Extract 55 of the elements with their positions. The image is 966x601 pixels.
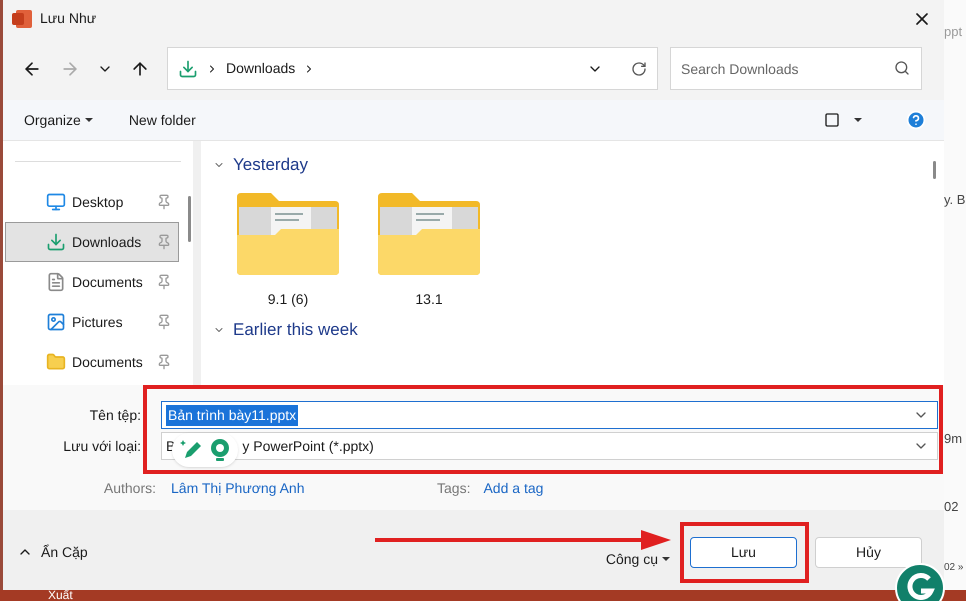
- monitor-icon: [46, 192, 66, 212]
- window-title: Lưu Như: [40, 9, 96, 28]
- group-heading[interactable]: Yesterday: [233, 152, 308, 178]
- filename-field[interactable]: Bản trình bày11.pptx: [161, 401, 938, 429]
- background-text: ppt: [944, 23, 964, 41]
- pin-icon[interactable]: [156, 314, 172, 330]
- organize-button[interactable]: Organize: [24, 110, 93, 130]
- field-label: Tags:: [437, 478, 470, 498]
- caret-icon[interactable]: [854, 118, 862, 122]
- sidebar-item[interactable]: Desktop: [5, 182, 179, 222]
- folder-icon: [46, 352, 66, 372]
- folder-icon: [376, 191, 482, 275]
- group-heading[interactable]: Earlier this week: [233, 317, 358, 343]
- app-icon: [12, 10, 32, 28]
- background-text: y. B: [944, 190, 966, 209]
- lightbulb-icon[interactable]: [209, 438, 231, 462]
- new-folder-button[interactable]: New folder: [128, 110, 196, 130]
- pin-icon[interactable]: [156, 354, 172, 370]
- field-label: Authors:: [102, 478, 157, 498]
- folder-icon: [235, 191, 341, 275]
- document-icon: [46, 272, 66, 292]
- field-label: Lưu với loại:: [62, 436, 142, 456]
- sidebar-item[interactable]: Documents: [5, 342, 179, 382]
- background-text: 02: [944, 498, 960, 516]
- save-button[interactable]: Lưu: [690, 536, 797, 568]
- hide-folders-button[interactable]: Ẩn Cặp: [17, 542, 88, 562]
- background-text: 02 »: [944, 561, 964, 575]
- sidebar-item[interactable]: Pictures: [5, 302, 179, 342]
- path-segment[interactable]: Downloads: [226, 58, 296, 79]
- view-icon[interactable]: [824, 112, 840, 128]
- download-icon: [178, 58, 198, 78]
- sidebar-item[interactable]: Documents: [5, 262, 179, 302]
- refresh-icon[interactable]: [631, 60, 647, 76]
- background-text: 9m: [944, 430, 964, 448]
- pin-icon[interactable]: [156, 194, 172, 210]
- search-field[interactable]: Search Downloads: [670, 47, 922, 90]
- caret-icon: [662, 557, 670, 561]
- pin-icon[interactable]: [156, 274, 172, 290]
- background-text: Xuất: [48, 590, 73, 601]
- caret-icon: [84, 118, 93, 122]
- cancel-button[interactable]: Hủy: [815, 536, 922, 568]
- folder-item[interactable]: 13.1: [376, 191, 482, 310]
- scrollbar-thumb[interactable]: [933, 161, 936, 179]
- folder-item[interactable]: 9.1 (6): [235, 191, 341, 310]
- add-tag-link[interactable]: Add a tag: [483, 478, 544, 498]
- grammarly-icon[interactable]: [895, 563, 945, 601]
- sidebar-item[interactable]: Downloads: [5, 222, 179, 262]
- scrollbar-thumb[interactable]: [188, 196, 191, 242]
- help-icon[interactable]: [906, 110, 926, 130]
- download-icon: [46, 232, 66, 252]
- address-bar[interactable]: Downloads: [167, 47, 658, 90]
- author-link[interactable]: Lâm Thị Phương Anh: [171, 478, 437, 498]
- picture-icon: [46, 312, 66, 332]
- search-icon: [894, 60, 910, 76]
- field-label: Tên tệp:: [88, 406, 142, 425]
